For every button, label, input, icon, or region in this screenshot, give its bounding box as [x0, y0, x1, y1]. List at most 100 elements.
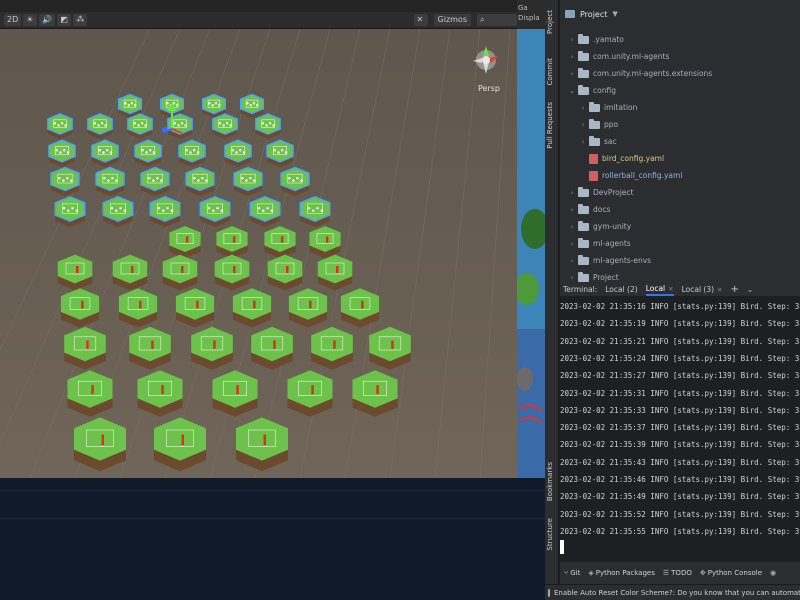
chevron-right-icon[interactable]: › — [579, 138, 587, 146]
toolbar-button-2d[interactable]: 2D — [4, 14, 22, 26]
tree-item[interactable]: › ml-agents-envs — [560, 252, 800, 269]
island-object[interactable] — [266, 139, 294, 168]
island-object[interactable] — [91, 139, 119, 168]
island-object[interactable] — [212, 370, 258, 417]
chevron-right-icon[interactable]: › — [568, 257, 576, 265]
chevron-right-icon[interactable]: › — [579, 121, 587, 129]
tree-item[interactable]: › sac — [560, 133, 800, 150]
tree-item[interactable]: › gym-unity — [560, 218, 800, 235]
gizmos-button[interactable]: Gizmos — [433, 14, 471, 26]
island-object[interactable] — [236, 417, 288, 472]
chevron-right-icon[interactable]: › — [568, 36, 576, 44]
search-icon[interactable]: ⌕ — [477, 14, 517, 26]
island-object[interactable] — [249, 195, 281, 228]
island-object[interactable] — [299, 195, 331, 228]
island-object[interactable] — [178, 139, 206, 168]
add-terminal-button[interactable]: + — [731, 284, 739, 295]
tree-item[interactable]: › com.unity.ml-agents.extensions — [560, 65, 800, 82]
island-object[interactable] — [191, 326, 233, 370]
island-object[interactable] — [216, 226, 248, 259]
island-object[interactable] — [233, 166, 263, 197]
island-object[interactable] — [239, 93, 265, 118]
island-object[interactable] — [232, 288, 272, 328]
island-object[interactable] — [264, 226, 296, 259]
chevron-right-icon[interactable]: › — [568, 70, 576, 78]
island-object[interactable] — [118, 288, 158, 328]
island-object[interactable] — [175, 288, 215, 328]
island-object[interactable] — [60, 288, 100, 328]
island-object[interactable] — [57, 254, 93, 291]
chevron-right-icon[interactable]: › — [568, 189, 576, 197]
chevron-right-icon[interactable]: › — [568, 274, 576, 282]
side-tab-project[interactable]: Project — [546, 10, 554, 34]
island-object[interactable] — [48, 139, 76, 168]
git-tool-button[interactable]: ⑂ Git — [564, 569, 580, 577]
display-label[interactable]: Displa — [518, 13, 544, 23]
tree-item[interactable]: › Project — [560, 269, 800, 283]
island-object[interactable] — [64, 326, 106, 370]
terminal-tab-local-2[interactable]: Local (2) — [605, 285, 637, 294]
tree-item[interactable]: › com.unity.ml-agents — [560, 48, 800, 65]
chevron-right-icon[interactable]: › — [568, 206, 576, 214]
island-object[interactable] — [129, 326, 171, 370]
todo-button[interactable]: ☰ TODO — [663, 569, 692, 577]
terminal-menu-icon[interactable]: ⌄ — [747, 285, 753, 294]
chevron-right-icon[interactable]: › — [568, 53, 576, 61]
side-tab-pull-requests[interactable]: Pull Requests — [546, 102, 554, 149]
side-tab-bookmarks[interactable]: Bookmarks — [546, 462, 554, 501]
island-object[interactable] — [288, 288, 328, 328]
project-panel-title[interactable]: Project — [580, 10, 607, 19]
island-object[interactable] — [251, 326, 293, 370]
tree-item[interactable]: › docs — [560, 201, 800, 218]
island-object[interactable] — [154, 417, 206, 472]
island-object[interactable] — [50, 166, 80, 197]
island-object[interactable] — [137, 370, 183, 417]
projection-label[interactable]: Persp — [478, 84, 500, 93]
island-object[interactable] — [224, 139, 252, 168]
island-object[interactable] — [162, 254, 198, 291]
island-object[interactable] — [134, 139, 162, 168]
tree-item[interactable]: › .yamato — [560, 31, 800, 48]
chevron-right-icon[interactable]: › — [568, 240, 576, 248]
tree-item[interactable]: rollerball_config.yaml — [560, 167, 800, 184]
chevron-right-icon[interactable]: › — [579, 104, 587, 112]
scene-visibility-icon[interactable]: ⁂ — [73, 14, 88, 26]
chevron-down-icon[interactable]: ⌄ — [568, 87, 576, 95]
island-object[interactable] — [47, 113, 73, 139]
island-object[interactable] — [199, 195, 231, 228]
audio-toggle-icon[interactable]: 🔊 — [39, 14, 56, 26]
terminal-output[interactable]: 2023-02-02 21:35:55 INFO [stats.py:139] … — [560, 296, 800, 560]
island-object[interactable] — [95, 166, 125, 197]
island-object[interactable] — [280, 166, 310, 197]
tools-icon[interactable]: ✕ — [413, 14, 428, 26]
tree-item[interactable]: › ppo — [560, 116, 800, 133]
island-object[interactable] — [317, 254, 353, 291]
island-object[interactable] — [214, 254, 250, 291]
island-object[interactable] — [369, 326, 411, 370]
python-packages-button[interactable]: ◈ Python Packages — [588, 569, 655, 577]
chevron-down-icon[interactable]: ▼ — [612, 10, 617, 18]
side-tab-structure[interactable]: Structure — [546, 518, 554, 551]
island-object[interactable] — [67, 370, 113, 417]
game-tab[interactable]: Ga Displa — [517, 0, 545, 29]
island-object[interactable] — [255, 113, 281, 139]
island-object[interactable] — [169, 226, 201, 259]
island-object[interactable] — [309, 226, 341, 259]
tree-item[interactable]: › imitation — [560, 99, 800, 116]
scene-viewport[interactable]: Persp — [0, 29, 517, 478]
side-tab-commit[interactable]: Commit — [546, 58, 554, 86]
island-object[interactable] — [87, 113, 113, 139]
effects-toggle-icon[interactable]: ◩ — [57, 14, 72, 26]
problems-button[interactable]: ◉ — [770, 569, 778, 577]
island-object[interactable] — [127, 113, 153, 139]
island-object[interactable] — [102, 195, 134, 228]
island-object[interactable] — [112, 254, 148, 291]
tree-item[interactable]: ⌄ config — [560, 82, 800, 99]
lighting-toggle-icon[interactable]: ☀ — [23, 14, 38, 26]
tree-item[interactable]: › ml-agents — [560, 235, 800, 252]
terminal-tab-local[interactable]: Local ✕ — [645, 284, 674, 296]
island-object[interactable] — [311, 326, 353, 370]
project-panel-header[interactable]: Project ▼ — [560, 0, 800, 28]
island-object[interactable] — [140, 166, 170, 197]
island-object[interactable] — [149, 195, 181, 228]
